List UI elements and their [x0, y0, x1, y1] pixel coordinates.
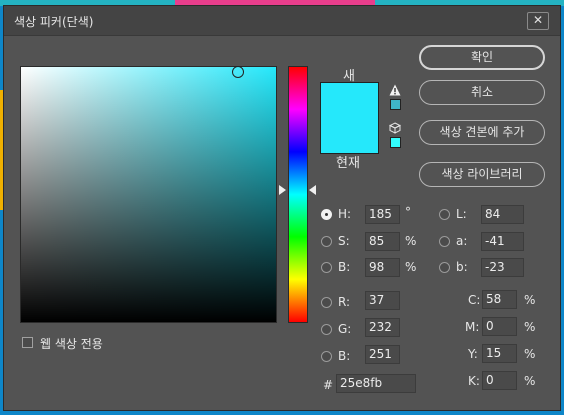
add-to-swatches-button[interactable]: 색상 견본에 추가 [419, 120, 545, 145]
lab-a-radio[interactable] [439, 236, 450, 247]
hue-slider-right-arrow-icon[interactable] [309, 185, 316, 195]
dialog-title: 색상 피커(단색) [14, 15, 94, 29]
black-input[interactable]: 0 [482, 371, 517, 390]
hex-label: # [323, 378, 334, 392]
lab-b-label: b: [456, 260, 468, 274]
cyan-unit: % [524, 293, 536, 307]
color-picker-dialog: 색상 피커(단색) ✕ 새 현재 확인 취소 색상 견본에 추가 색상 라이브러… [3, 5, 561, 411]
web-colors-only-checkbox[interactable] [22, 337, 33, 348]
color-field-cursor[interactable] [232, 66, 244, 78]
saturation-brightness-field[interactable] [20, 66, 277, 323]
yellow-label: Y: [468, 347, 478, 361]
cyan-input[interactable]: 58 [482, 290, 517, 309]
saturation-unit: % [405, 234, 417, 248]
magenta-label: M: [465, 320, 480, 334]
green-input[interactable]: 232 [365, 318, 400, 337]
ok-button[interactable]: 확인 [419, 45, 545, 70]
current-color-label: 현재 [336, 156, 360, 171]
title-bar: 색상 피커(단색) ✕ [4, 6, 560, 36]
cyan-label: C: [468, 293, 481, 307]
yellow-input[interactable]: 15 [482, 344, 517, 363]
saturation-label: S: [338, 234, 350, 248]
green-radio[interactable] [321, 324, 332, 335]
hue-slider[interactable] [288, 66, 308, 323]
lab-l-label: L: [456, 207, 467, 221]
web-colors-only-label: 웹 색상 전용 [40, 337, 103, 351]
lab-l-input[interactable]: 84 [481, 205, 524, 224]
blue-label: B: [338, 349, 351, 363]
black-unit: % [524, 374, 536, 388]
red-label: R: [338, 295, 351, 309]
web-safe-cube-icon[interactable] [389, 122, 401, 134]
hex-input[interactable]: 25e8fb [336, 374, 416, 393]
lab-a-input[interactable]: -41 [481, 232, 524, 251]
hue-label: H: [338, 207, 352, 221]
blue-radio[interactable] [321, 351, 332, 362]
black-label: K: [468, 374, 480, 388]
close-icon: ✕ [532, 13, 544, 27]
hue-slider-left-arrow-icon[interactable] [279, 185, 286, 195]
magenta-input[interactable]: 0 [482, 317, 517, 336]
yellow-unit: % [524, 347, 536, 361]
brightness-radio[interactable] [321, 262, 332, 273]
current-color-swatch[interactable] [320, 118, 379, 154]
brightness-label: B: [338, 260, 351, 274]
blue-input[interactable]: 251 [365, 345, 400, 364]
red-input[interactable]: 37 [365, 291, 400, 310]
hue-unit: ° [405, 205, 411, 219]
hue-radio[interactable] [321, 209, 332, 220]
saturation-input[interactable]: 85 [365, 232, 400, 251]
close-button[interactable]: ✕ [527, 12, 549, 30]
color-libraries-button[interactable]: 색상 라이브러리 [419, 162, 545, 187]
saturation-radio[interactable] [321, 236, 332, 247]
magenta-unit: % [524, 320, 536, 334]
red-radio[interactable] [321, 297, 332, 308]
green-label: G: [338, 322, 352, 336]
out-of-gamut-swatch[interactable] [390, 99, 401, 110]
web-safe-swatch[interactable] [390, 137, 401, 148]
out-of-gamut-warning-icon[interactable] [389, 84, 401, 96]
lab-b-radio[interactable] [439, 262, 450, 273]
cancel-button[interactable]: 취소 [419, 80, 545, 105]
hue-input[interactable]: 185 [365, 205, 400, 224]
lab-b-input[interactable]: -23 [481, 258, 524, 277]
brightness-input[interactable]: 98 [365, 258, 400, 277]
new-color-swatch [320, 82, 379, 118]
brightness-unit: % [405, 260, 417, 274]
lab-a-label: a: [456, 234, 468, 248]
lab-l-radio[interactable] [439, 209, 450, 220]
